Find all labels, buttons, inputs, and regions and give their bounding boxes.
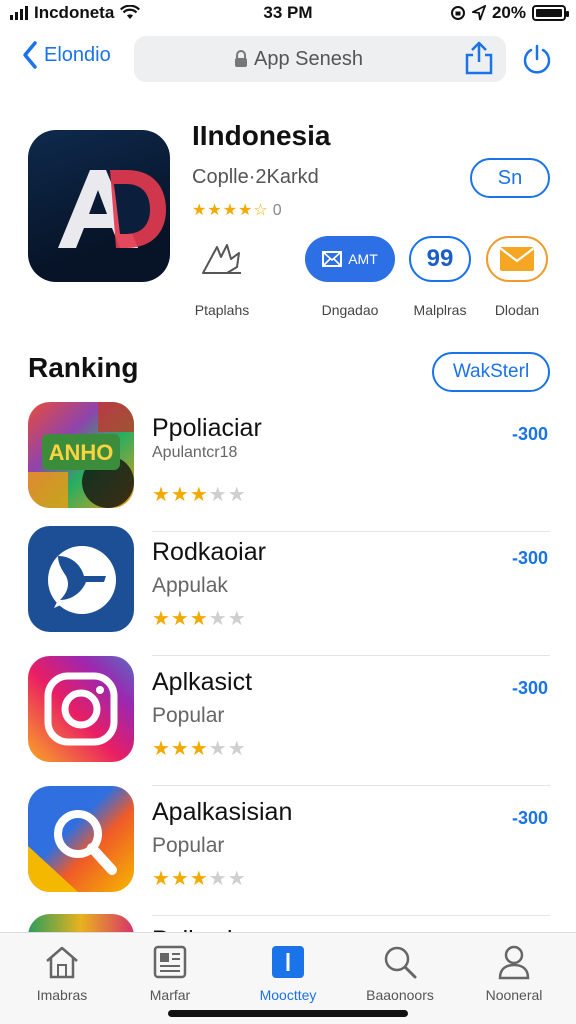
- tab-apps[interactable]: Moocttey: [238, 943, 338, 1003]
- app-rating: ★★★★★: [152, 868, 247, 890]
- search-placeholder: App Senesh: [254, 47, 363, 70]
- colorful-app-icon: ANHO: [28, 402, 134, 508]
- document-icon: [153, 945, 187, 979]
- action-item[interactable]: Dlodan: [482, 236, 552, 318]
- camera-app-icon: [28, 656, 134, 762]
- home-icon: [46, 946, 78, 979]
- status-right: 20%: [450, 3, 569, 23]
- back-label: Elondio: [44, 43, 111, 66]
- app-rating: ★★★★★: [152, 738, 247, 760]
- app-category: Popular: [152, 704, 225, 727]
- battery-icon: [532, 5, 569, 21]
- svg-text:ANHO: ANHO: [49, 440, 114, 465]
- mail-button-text: AMT: [348, 251, 378, 267]
- magnifier-app-icon: [28, 786, 134, 892]
- tab-label: Marfar: [149, 987, 191, 1003]
- blue-bird-icon: [28, 526, 134, 632]
- action-item[interactable]: 99 Malplras: [405, 236, 475, 318]
- home-indicator[interactable]: [168, 1010, 408, 1017]
- app-name: Rodkaoiar: [152, 538, 266, 566]
- number-button-text: 99: [426, 245, 454, 272]
- get-button[interactable]: Sn: [470, 158, 550, 198]
- app-subtitle: Coplle·2Karkd: [192, 166, 319, 188]
- battery-percent: 20%: [491, 3, 526, 22]
- tab-profile[interactable]: Nooneral: [464, 943, 564, 1003]
- see-all-button[interactable]: WakSterl: [432, 352, 550, 392]
- app-price: -300: [511, 424, 548, 444]
- list-item[interactable]: Aplkasict Popular ★★★★★ -300: [28, 656, 550, 786]
- lock-rotation-icon: [450, 6, 465, 20]
- ranking-title: Ranking: [28, 352, 139, 383]
- action-item[interactable]: AMT Dngadao: [300, 236, 400, 318]
- app-rating: ★★★★★: [152, 484, 247, 506]
- app-category: Apulantcr18: [152, 444, 238, 461]
- mail-icon: [322, 251, 343, 267]
- tab-home[interactable]: Imabras: [12, 943, 112, 1003]
- tab-search[interactable]: Baaonoors: [350, 943, 450, 1003]
- app-price: -300: [511, 548, 548, 568]
- app-category: Appulak: [152, 574, 228, 597]
- mail-button[interactable]: AMT: [305, 236, 395, 282]
- envelope-icon: [499, 247, 535, 271]
- tab-news[interactable]: Marfar: [120, 943, 220, 1003]
- app-category: Popular: [152, 834, 225, 857]
- chevron-left-icon: [23, 41, 37, 69]
- list-item[interactable]: Apalkasisian Popular ★★★★★ -300: [28, 786, 550, 916]
- rating-count: 0: [272, 202, 283, 219]
- app-logo-icon: [58, 170, 166, 248]
- location-icon: [471, 5, 486, 21]
- app-rating: ★★★★☆ 0: [192, 202, 283, 219]
- tab-label: Nooneral: [485, 987, 543, 1003]
- active-app-icon: [272, 946, 304, 978]
- app-icon[interactable]: AD: [28, 130, 170, 282]
- tab-label: Imabras: [36, 987, 88, 1003]
- action-label: Dlodan: [494, 302, 540, 318]
- envelope-button[interactable]: [486, 236, 548, 282]
- app-price: -300: [511, 678, 548, 698]
- hand-wave-icon: [192, 236, 252, 282]
- search-icon: [384, 946, 417, 979]
- search-field[interactable]: App Senesh: [134, 36, 506, 82]
- share-icon[interactable]: [462, 40, 496, 76]
- power-icon[interactable]: [520, 42, 554, 76]
- tab-label: Moocttey: [259, 987, 317, 1003]
- number-button[interactable]: 99: [409, 236, 471, 282]
- person-icon: [498, 945, 530, 980]
- list-item[interactable]: Rodkaoiar Appulak ★★★★★ -300: [28, 526, 550, 656]
- action-label: Dngadao: [321, 302, 379, 318]
- status-bar: Incdoneta 33 PM 20%: [0, 0, 576, 26]
- app-name: Ppoliaciar: [152, 414, 262, 442]
- nav-bar: Elondio App Senesh: [0, 32, 576, 86]
- app-title: IIndonesia: [192, 120, 331, 151]
- action-label: Ptaplahs: [194, 302, 250, 318]
- app-rating: ★★★★★: [152, 608, 247, 630]
- list-item[interactable]: ANHO Ppoliaciar Apulantcr18 ★★★★★ -300: [28, 402, 550, 532]
- back-button[interactable]: Elondio: [22, 40, 111, 70]
- app-name: Apalkasisian: [152, 798, 293, 826]
- action-item[interactable]: Ptaplahs: [184, 236, 260, 318]
- action-label: Malplras: [413, 302, 467, 318]
- tab-label: Baaonoors: [366, 987, 434, 1003]
- app-price: -300: [511, 808, 548, 828]
- lock-icon: [235, 50, 247, 67]
- app-name: Aplkasict: [152, 668, 253, 696]
